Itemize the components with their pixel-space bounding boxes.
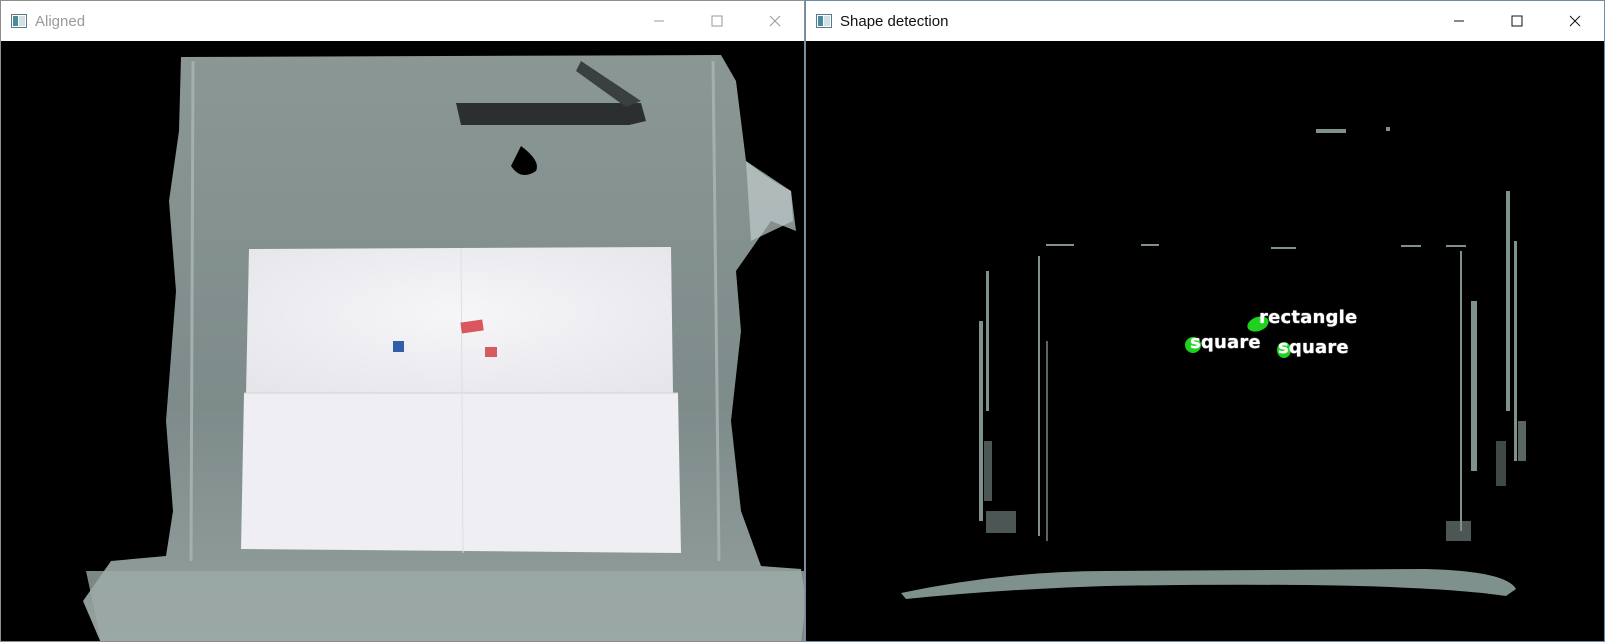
aligned-window: Aligned	[0, 0, 805, 642]
aligned-titlebar[interactable]: Aligned	[1, 1, 804, 41]
aligned-camera-image	[1, 41, 804, 641]
shape-detection-image: rectangle square square	[806, 41, 1604, 641]
blue-block	[393, 341, 404, 352]
shape-detection-titlebar[interactable]: Shape detection	[806, 1, 1604, 41]
detection-label: rectangle	[1259, 307, 1358, 328]
maximize-button[interactable]	[688, 1, 746, 41]
maximize-button[interactable]	[1488, 1, 1546, 41]
maximize-icon	[711, 15, 723, 27]
detection-label: square	[1190, 332, 1261, 353]
red-block-small	[485, 347, 497, 357]
app-window-icon	[11, 14, 27, 28]
minimize-button[interactable]	[1430, 1, 1488, 41]
close-button[interactable]	[1546, 1, 1604, 41]
app-window-icon	[816, 14, 832, 28]
maximize-icon	[1511, 15, 1523, 27]
shape-detection-window: Shape detection rectangle square square	[805, 0, 1605, 642]
close-icon	[769, 15, 781, 27]
minimize-icon	[654, 20, 664, 22]
window-title: Shape detection	[840, 12, 949, 30]
minimize-button[interactable]	[630, 1, 688, 41]
detection-label: square	[1278, 337, 1349, 358]
paper-sheet-bottom	[241, 393, 681, 553]
edge-noise	[901, 127, 1526, 599]
close-button[interactable]	[746, 1, 804, 41]
minimize-icon	[1454, 20, 1464, 22]
close-icon	[1569, 15, 1581, 27]
window-title: Aligned	[35, 12, 86, 30]
paper-sheet-top	[246, 247, 673, 395]
